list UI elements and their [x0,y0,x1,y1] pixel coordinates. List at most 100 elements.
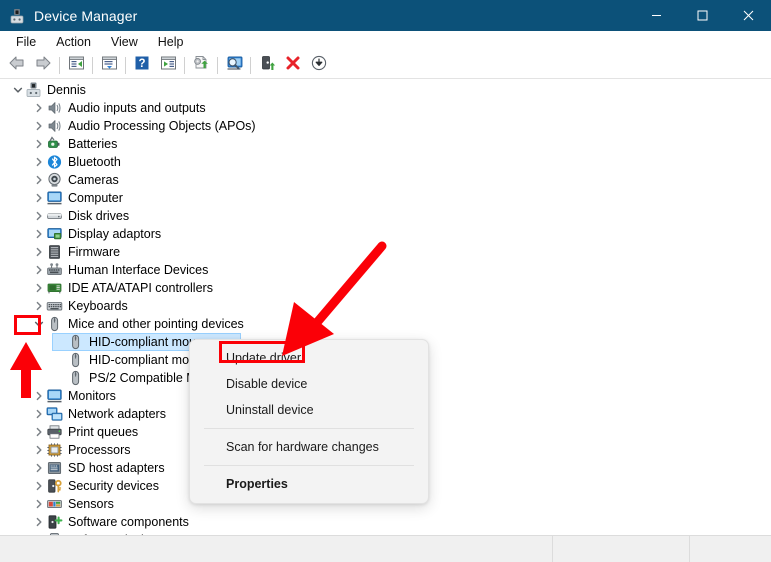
tree-item-label: Audio Processing Objects (APOs) [68,119,256,133]
context-menu[interactable]: Update driver Disable device Uninstall dev… [189,339,429,504]
toolbar-update-driver[interactable] [188,55,214,77]
toolbar-up-level[interactable] [63,55,89,77]
tree-item-label: Disk drives [68,209,130,223]
firmware-icon [46,244,63,260]
tree-item-label: Dennis [47,83,86,97]
menu-action[interactable]: Action [46,32,101,52]
chevron-right-icon[interactable] [31,207,46,225]
tree-item-label: SD host adapters [68,461,165,475]
tree-item[interactable]: Computer [0,189,771,207]
sensor-icon [46,496,63,512]
tree-item-label: Sensors [68,497,114,511]
security-icon [46,478,63,494]
tree-item-label: Mice and other pointing devices [68,317,244,331]
ctx-scan-hardware-changes[interactable]: Scan for hardware changes [190,434,428,460]
chevron-right-icon[interactable] [31,189,46,207]
toolbar-enable-device[interactable] [254,55,280,77]
ctx-update-driver[interactable]: Update driver [190,345,428,371]
uninstall-device-icon [285,55,301,76]
chevron-right-icon[interactable] [31,171,46,189]
context-menu-separator [204,428,414,429]
tree-item[interactable]: Software components [0,513,771,531]
show-hide-console-tree-icon [160,55,177,76]
tree-item-label: Human Interface Devices [68,263,209,277]
bluetooth-icon [46,154,63,170]
tree-item[interactable]: Batteries [0,135,771,153]
tree-item[interactable]: Mice and other pointing devices [0,315,771,333]
toolbar-properties[interactable] [96,55,122,77]
tree-item-label: Computer [68,191,123,205]
printer-icon [46,424,63,440]
properties-icon [101,55,118,76]
speaker-icon [46,118,63,134]
toolbar-forward[interactable] [30,55,56,77]
network-icon [46,406,63,422]
enable-device-icon [259,55,276,76]
chevron-right-icon[interactable] [31,243,46,261]
toolbar-help[interactable]: ? [129,55,155,77]
chevron-right-icon[interactable] [31,423,46,441]
chevron-right-icon[interactable] [31,297,46,315]
tree-root-item[interactable]: Dennis [0,81,771,99]
chevron-right-icon[interactable] [31,117,46,135]
tree-item[interactable]: Audio inputs and outputs [0,99,771,117]
toolbar: ? [0,53,771,79]
chevron-right-icon[interactable] [31,441,46,459]
update-driver-icon [192,55,210,76]
monitor-icon [46,388,63,404]
close-button[interactable] [725,0,771,31]
chevron-right-icon[interactable] [31,225,46,243]
toolbar-uninstall-device[interactable] [280,55,306,77]
menu-file[interactable]: File [6,32,46,52]
ctx-properties[interactable]: Properties [190,471,428,497]
chevron-right-icon[interactable] [31,135,46,153]
minimize-button[interactable] [633,0,679,31]
maximize-button[interactable] [679,0,725,31]
tree-item[interactable]: Display adaptors [0,225,771,243]
chevron-right-icon[interactable] [31,477,46,495]
tree-item[interactable]: Cameras [0,171,771,189]
tree-item-label: Processors [68,443,131,457]
mouse-icon [67,352,84,368]
tree-item-label: Security devices [68,479,160,493]
tree-item[interactable]: Audio Processing Objects (APOs) [0,117,771,135]
ctx-uninstall-device[interactable]: Uninstall device [190,397,428,423]
chevron-right-icon[interactable] [31,513,46,531]
ctx-disable-device[interactable]: Disable device [190,371,428,397]
processor-icon [46,442,63,458]
toolbar-separator [59,57,60,74]
keyboard-icon [46,298,63,314]
chevron-right-icon[interactable] [31,495,46,513]
hid-icon [46,262,63,278]
chevron-down-icon[interactable] [31,315,46,333]
chevron-right-icon[interactable] [31,99,46,117]
tree-item-label: Audio inputs and outputs [68,101,206,115]
chevron-right-icon[interactable] [31,459,46,477]
svg-text:?: ? [138,58,145,70]
toolbar-download[interactable] [306,55,332,77]
help-icon: ? [134,55,150,76]
scan-for-hardware-changes-icon [225,55,244,76]
chevron-right-icon[interactable] [31,261,46,279]
chevron-right-icon[interactable] [31,405,46,423]
toolbar-scan-hardware[interactable] [221,55,247,77]
display-adapter-icon [46,226,63,242]
chevron-right-icon[interactable] [31,153,46,171]
toolbar-back[interactable] [4,55,30,77]
tree-item[interactable]: Bluetooth [0,153,771,171]
tree-item[interactable]: Human Interface Devices [0,261,771,279]
device-manager-icon [9,8,25,24]
tree-item[interactable]: Firmware [0,243,771,261]
toolbar-show-hide-tree[interactable] [155,55,181,77]
menu-help[interactable]: Help [148,32,194,52]
tree-item[interactable]: Disk drives [0,207,771,225]
chevron-right-icon[interactable] [31,387,46,405]
tree-item[interactable]: Keyboards [0,297,771,315]
chevron-none [10,81,25,99]
chevron-none [52,333,67,351]
tree-item-label: Bluetooth [68,155,121,169]
menu-view[interactable]: View [101,32,148,52]
monitor-icon [46,190,63,206]
chevron-right-icon[interactable] [31,279,46,297]
tree-item[interactable]: IDE ATA/ATAPI controllers [0,279,771,297]
